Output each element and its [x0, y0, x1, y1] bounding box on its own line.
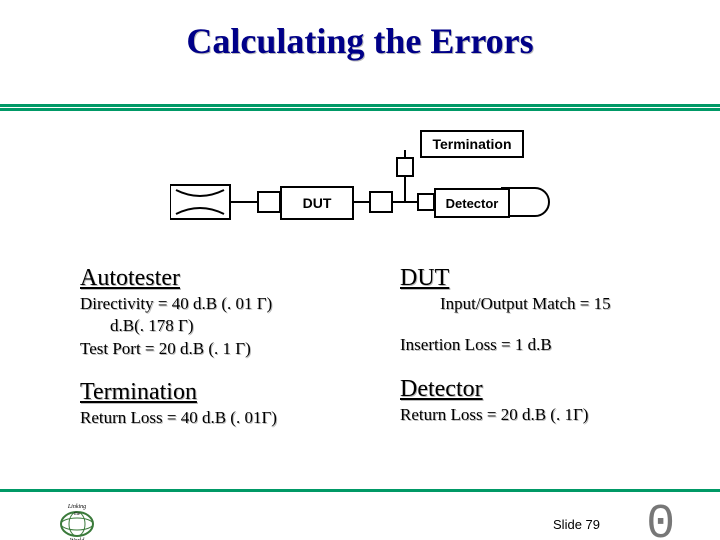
linking-world-logo: Linking the World [55, 498, 99, 540]
slide-number: Slide 79 [553, 517, 600, 532]
diagram-termination-label: Termination [420, 130, 524, 158]
diagram-dut-label: DUT [280, 186, 354, 220]
svg-text:the: the [74, 512, 81, 517]
detector-return-loss: Return Loss = 20 d.B (. 1Γ) [400, 405, 660, 425]
diagram-detector-label: Detector [434, 188, 510, 218]
left-column: Autotester Directivity = 40 d.B (. 01 Γ)… [80, 265, 340, 431]
dut-insertion-loss: Insertion Loss = 1 d.B [400, 335, 660, 355]
autotester-directivity: Directivity = 40 d.B (. 01 Γ) [80, 294, 340, 314]
spacer [400, 316, 660, 333]
right-column: DUT Input/Output Match = 15 Insertion Lo… [400, 265, 660, 431]
dut-heading: DUT [400, 265, 660, 292]
page-title: Calculating the Errors [0, 20, 720, 62]
svg-text:Linking: Linking [67, 504, 86, 510]
autotester-test-port: Test Port = 20 d.B (. 1 Γ) [80, 339, 340, 359]
footer-divider [0, 489, 720, 492]
spec-columns: Autotester Directivity = 40 d.B (. 01 Γ)… [80, 265, 660, 431]
title-divider [0, 104, 720, 107]
autotester-heading: Autotester [80, 265, 340, 292]
termination-heading: Termination [80, 379, 340, 406]
detector-heading: Detector [400, 376, 660, 403]
corner-digit: 0 [646, 498, 675, 540]
dut-io-match: Input/Output Match = 15 [400, 294, 660, 314]
termination-return-loss: Return Loss = 40 d.B (. 01Γ) [80, 408, 340, 428]
autotester-directivity-sub: d.B(. 178 Γ) [80, 316, 340, 336]
block-diagram: DUT Termination Detector [170, 130, 570, 250]
